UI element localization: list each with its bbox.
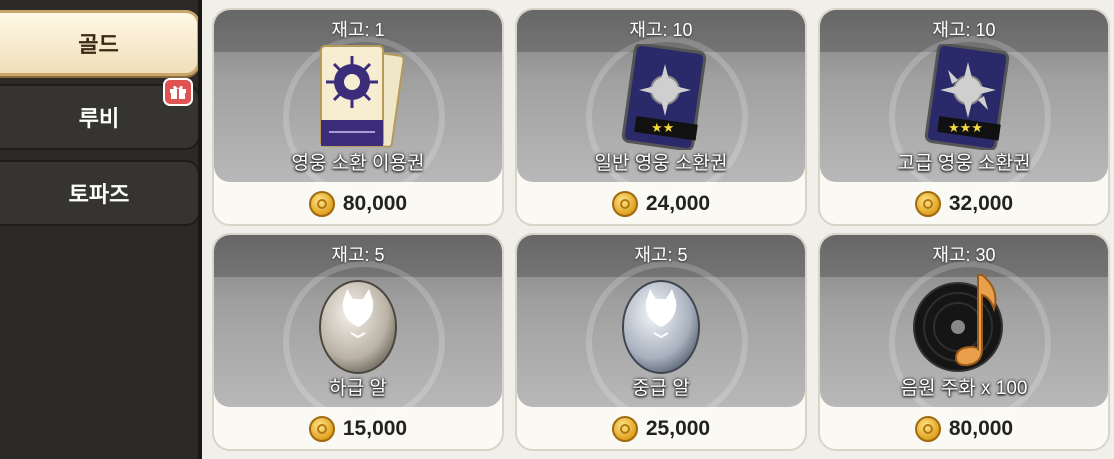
item-name: 영웅 소환 이용권 — [291, 153, 425, 174]
item-price: 80,000 — [948, 417, 1014, 440]
gift-icon — [163, 78, 193, 106]
shop-item-music-coin[interactable]: 재고: 30 음원 주화 x 100 80,000 — [818, 233, 1110, 451]
shop-grid: 재고: 1 영웅 소환 이용권 80,000 재고: 10 ★★ 일반 영웅 소… — [212, 8, 1110, 453]
music-coin-icon — [913, 274, 1003, 372]
svg-text:★★: ★★ — [651, 121, 674, 136]
gold-coin-icon — [914, 191, 941, 217]
item-price: 80,000 — [342, 192, 408, 215]
svg-text:★★★: ★★★ — [948, 121, 983, 136]
shop-item-normal-summon[interactable]: 재고: 10 ★★ 일반 영웅 소환권 24,000 — [515, 8, 807, 226]
gold-coin-icon — [308, 416, 335, 442]
stock-label: 재고: 5 — [634, 245, 688, 265]
stock-label: 재고: 5 — [331, 245, 385, 265]
stock-label: 재고: 10 — [629, 20, 693, 40]
item-name: 고급 영웅 소환권 — [897, 153, 1031, 174]
price-row: 80,000 — [214, 186, 502, 222]
price-row: 15,000 — [214, 411, 502, 447]
normal-summon-card-icon: ★★ — [621, 44, 707, 150]
item-price: 15,000 — [342, 417, 408, 440]
advanced-summon-card-icon: ★★★ — [924, 44, 1010, 150]
hero-ticket-icon — [320, 45, 405, 148]
tab-ruby-label: 루비 — [78, 106, 120, 131]
item-name: 음원 주화 x 100 — [900, 378, 1028, 399]
tab-gold[interactable]: 골드 — [0, 10, 200, 76]
tab-gold-label: 골드 — [78, 32, 119, 57]
item-price: 24,000 — [645, 192, 711, 215]
item-name: 하급 알 — [329, 378, 387, 399]
item-name: 중급 알 — [632, 378, 690, 399]
stock-label: 재고: 30 — [932, 245, 996, 265]
item-price: 25,000 — [645, 417, 711, 440]
price-row: 25,000 — [517, 411, 805, 447]
price-row: 32,000 — [820, 186, 1108, 222]
gold-coin-icon — [914, 416, 941, 442]
stock-label: 재고: 10 — [932, 20, 996, 40]
item-price: 32,000 — [948, 192, 1014, 215]
stock-label: 재고: 1 — [331, 20, 385, 40]
item-name: 일반 영웅 소환권 — [594, 153, 728, 174]
shop-item-low-egg[interactable]: 재고: 5 하급 알 15,000 — [212, 233, 504, 451]
gold-coin-icon — [611, 416, 638, 442]
shop-item-hero-ticket[interactable]: 재고: 1 영웅 소환 이용권 80,000 — [212, 8, 504, 226]
price-row: 80,000 — [820, 411, 1108, 447]
low-egg-icon — [319, 280, 397, 374]
tab-topaz-label: 토파즈 — [68, 182, 130, 207]
tab-topaz[interactable]: 토파즈 — [0, 160, 200, 226]
gold-coin-icon — [611, 191, 638, 217]
gold-coin-icon — [308, 191, 335, 217]
price-row: 24,000 — [517, 186, 805, 222]
currency-sidebar: 골드 루비 토파즈 — [0, 0, 202, 459]
shop-item-advanced-summon[interactable]: 재고: 10 ★★★ 고급 영웅 소환권 32,000 — [818, 8, 1110, 226]
shop-item-mid-egg[interactable]: 재고: 5 중급 알 25,000 — [515, 233, 807, 451]
mid-egg-icon — [622, 280, 700, 374]
